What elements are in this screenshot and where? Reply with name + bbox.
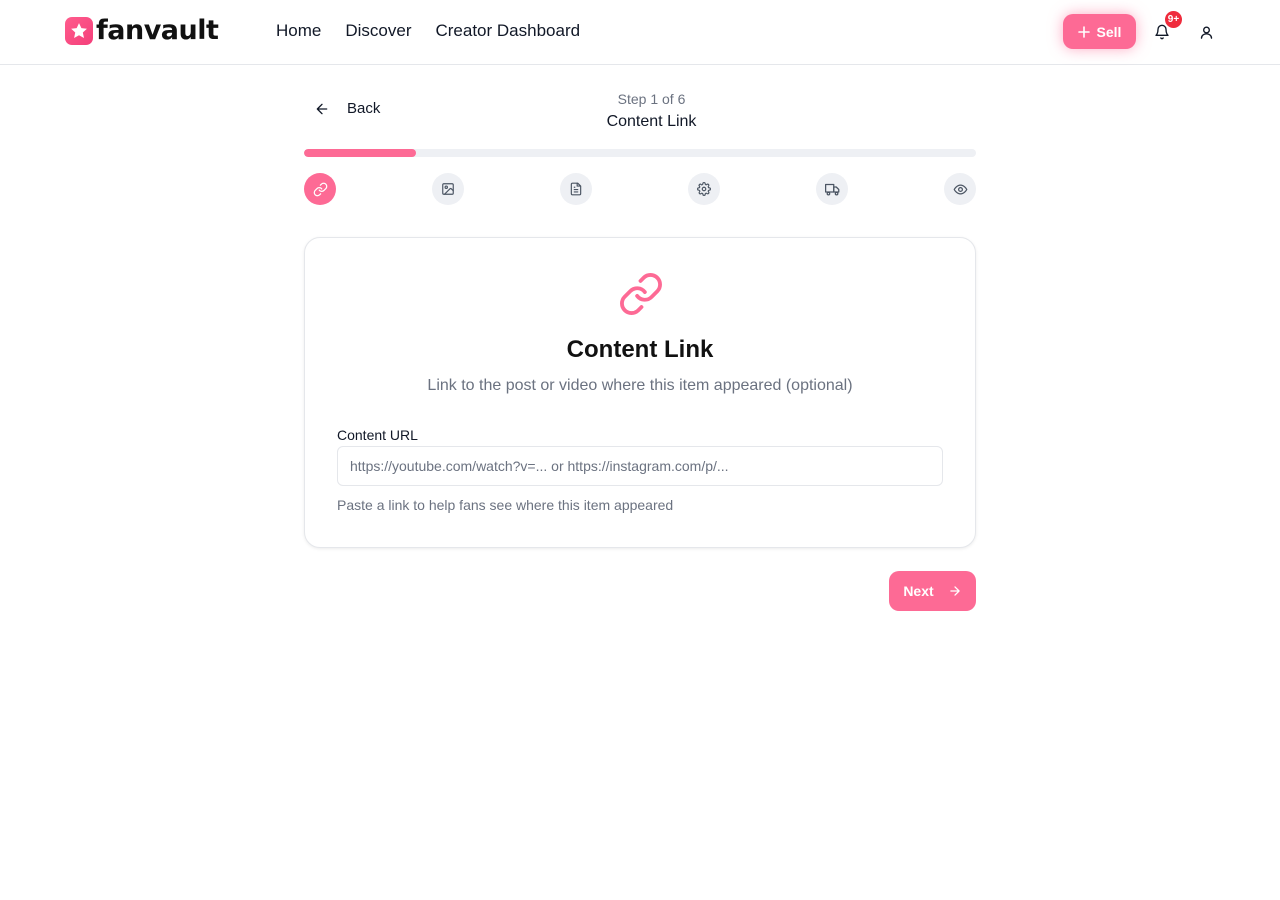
nav-home[interactable]: Home xyxy=(276,21,321,41)
nav-discover[interactable]: Discover xyxy=(345,21,411,41)
next-label: Next xyxy=(903,583,934,599)
progress-bar xyxy=(304,149,976,157)
arrow-left-icon xyxy=(316,103,328,114)
nav-creator-dashboard[interactable]: Creator Dashboard xyxy=(435,21,580,41)
step-counter: Step 1 of 6 xyxy=(617,91,686,107)
notification-badge: 9+ xyxy=(1163,9,1184,30)
step-icons xyxy=(304,173,976,205)
card-subtitle: Link to the post or video where this ite… xyxy=(427,377,853,394)
next-button[interactable]: Next xyxy=(889,571,976,611)
content-link-card: Content Link Link to the post or video w… xyxy=(304,237,976,548)
content-url-help: Paste a link to help fans see where this… xyxy=(337,497,674,513)
document-icon xyxy=(570,182,582,196)
card-title: Content Link xyxy=(566,336,714,363)
truck-icon xyxy=(824,183,839,195)
content-url-input[interactable] xyxy=(337,446,943,486)
link-icon xyxy=(313,182,327,196)
user-icon xyxy=(1200,26,1212,39)
content-url-label: Content URL xyxy=(337,427,418,443)
gear-icon xyxy=(697,182,711,196)
account-button[interactable] xyxy=(1194,20,1218,44)
step-preview[interactable] xyxy=(944,173,976,205)
sell-button[interactable]: Sell xyxy=(1063,14,1136,49)
step-link[interactable] xyxy=(304,173,336,205)
step-images[interactable] xyxy=(432,173,464,205)
arrow-right-icon xyxy=(949,586,960,596)
eye-icon xyxy=(953,184,967,194)
plus-icon xyxy=(1077,25,1090,38)
link-icon xyxy=(618,271,664,317)
sell-label: Sell xyxy=(1096,23,1122,40)
step-shipping[interactable] xyxy=(816,173,848,205)
back-label: Back xyxy=(347,100,381,117)
step-indicator: Step 1 of 6 Content Link xyxy=(540,90,763,133)
main-nav: Home Discover Creator Dashboard xyxy=(276,21,580,41)
brand-logo[interactable]: fanvault xyxy=(65,15,219,46)
progress-fill xyxy=(304,149,417,157)
star-icon xyxy=(65,17,93,45)
top-navigation-bar: fanvault Home Discover Creator Dashboard… xyxy=(0,0,1280,65)
step-title: Content Link xyxy=(606,113,697,130)
back-button[interactable]: Back xyxy=(314,100,380,117)
step-settings[interactable] xyxy=(688,173,720,205)
brand-name: fanvault xyxy=(96,15,219,46)
image-icon xyxy=(442,183,454,195)
step-details[interactable] xyxy=(560,173,592,205)
